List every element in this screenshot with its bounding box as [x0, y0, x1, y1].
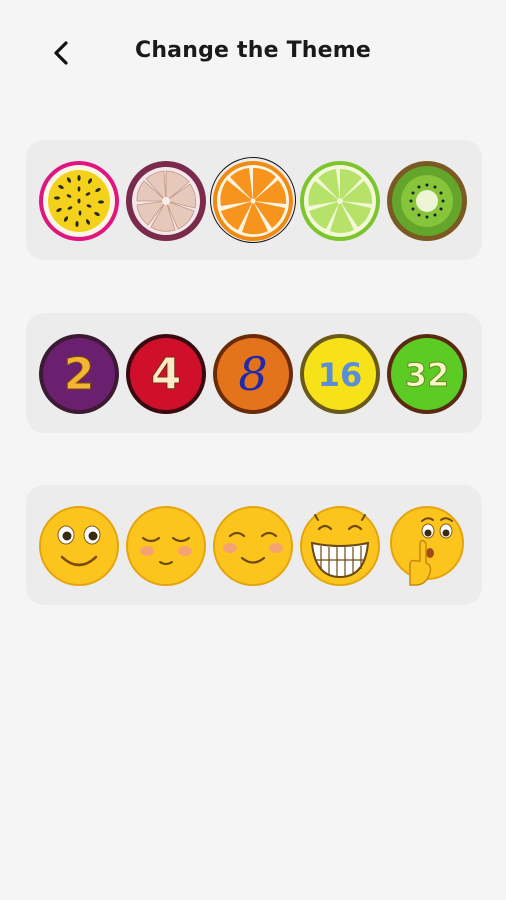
tile-label-32: 32 — [405, 356, 450, 394]
theme-card-number[interactable]: 2 4 8 16 32 — [26, 313, 482, 433]
page-title: Change the Theme — [134, 38, 372, 63]
mangosteen-icon — [125, 160, 207, 242]
shy-face-icon — [125, 505, 207, 587]
number-tile-4: 4 — [125, 333, 207, 415]
header: Change the Theme — [0, 0, 506, 108]
selected-ring — [210, 157, 296, 243]
content-face-icon — [212, 505, 294, 587]
theme-card-fruit[interactable] — [26, 140, 482, 260]
tile-label-2: 2 — [64, 349, 95, 400]
orange-slice-icon — [210, 157, 296, 243]
grinning-face-icon — [299, 505, 381, 587]
tile-label-4: 4 — [151, 349, 182, 400]
passion-fruit-icon — [38, 160, 120, 242]
number-tile-8: 8 — [212, 333, 294, 415]
smiling-face-icon — [38, 505, 120, 587]
number-tile-32: 32 — [386, 333, 468, 415]
number-tile-2: 2 — [38, 333, 120, 415]
tile-label-16: 16 — [318, 356, 363, 394]
number-tile-16: 16 — [299, 333, 381, 415]
theme-card-emoji[interactable] — [26, 485, 482, 605]
shushing-face-icon — [386, 505, 468, 587]
tile-label-8: 8 — [238, 347, 267, 401]
lime-slice-icon — [299, 160, 381, 242]
kiwi-slice-icon — [386, 160, 468, 242]
